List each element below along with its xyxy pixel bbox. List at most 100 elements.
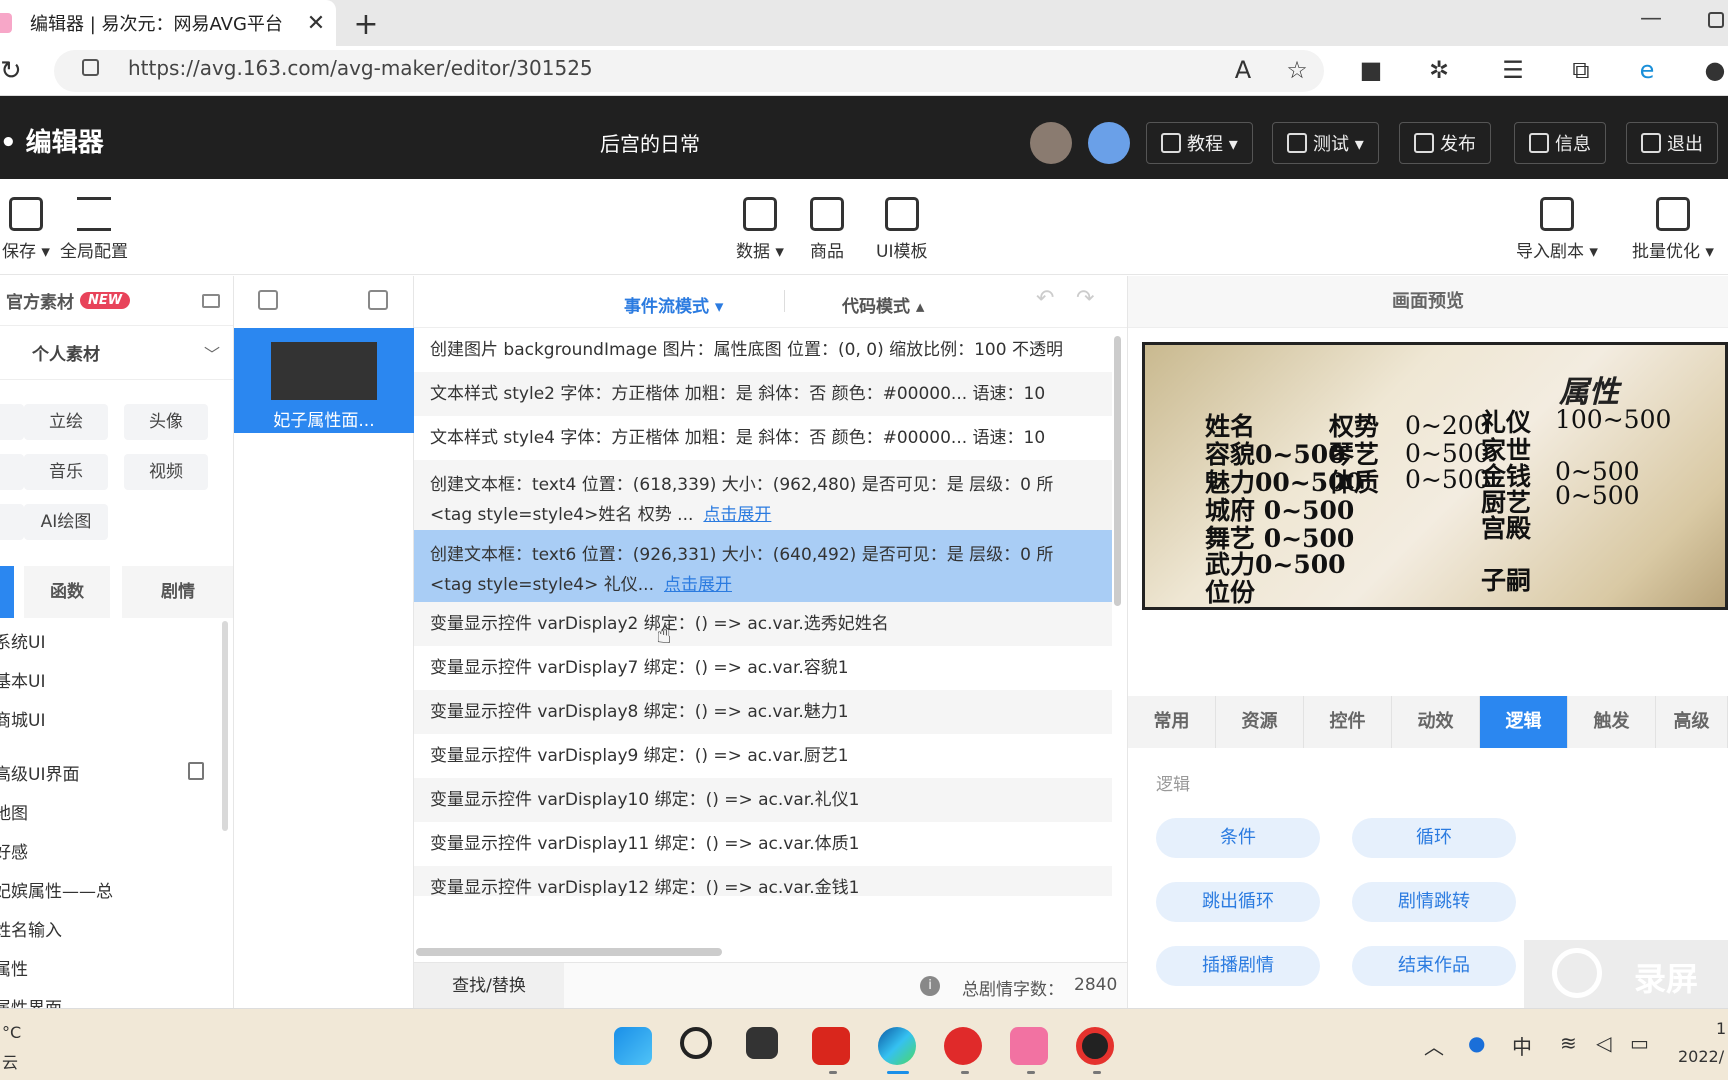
test-button[interactable]: 测试 ▾ [1272,122,1379,164]
personal-assets-header[interactable]: 个人素材 ﹀ [0,326,233,380]
tab-close-icon[interactable]: ✕ [296,11,336,36]
weather-temp[interactable]: °C [2,1023,21,1042]
window-minimize-button[interactable]: — [1640,6,1662,31]
asset-chip-hidden-3[interactable] [0,504,24,540]
search-icon[interactable] [680,1027,712,1059]
expand-link[interactable]: 点击展开 [664,575,732,595]
read-aloud-icon[interactable]: A [1228,56,1258,84]
import-script-button[interactable]: 导入剧本 ▾ [1516,197,1598,262]
event-row[interactable]: 变量显示控件 varDisplay9 绑定：() => ac.var.厨艺1 [414,734,1112,778]
data-button[interactable]: 数据 ▾ [736,197,784,262]
scene-item-selected[interactable]: 妃子属性面... [234,328,414,433]
volume-icon[interactable]: ◁ [1596,1031,1611,1055]
task-view-icon[interactable] [746,1027,778,1059]
tab-active-indicator[interactable] [0,566,14,618]
tray-chevron-up-icon[interactable]: ︿ [1424,1031,1444,1060]
logic-end-work-button[interactable]: 结束作品 [1352,946,1516,986]
ime-indicator[interactable]: 中 [1512,1031,1532,1060]
new-tab-button[interactable]: + [346,4,386,44]
vertical-scrollbar[interactable] [1114,336,1121,606]
list-item[interactable]: 妃嫔属性——总 [0,877,113,902]
tutorial-button[interactable]: 教程 ▾ [1146,122,1253,164]
event-row[interactable]: 变量显示控件 varDisplay8 绑定：() => ac.var.魅力1 [414,690,1112,734]
expand-link[interactable]: 点击展开 [703,505,771,525]
favorites-icon[interactable]: ☰ [1498,56,1528,84]
wps-icon[interactable] [812,1027,850,1065]
asset-chip-music[interactable]: 音乐 [24,454,108,490]
ui-template-button[interactable]: UI模板 [876,197,927,262]
add-page-icon[interactable] [188,762,204,780]
list-item[interactable]: 基本UI [0,667,45,692]
event-flow-mode-tab[interactable]: 事件流模式 ▾ [624,292,723,317]
tab-controls[interactable]: 控件 [1304,696,1392,748]
find-replace-tab[interactable]: 查找/替换 [414,963,564,1008]
publish-button[interactable]: 发布 [1399,122,1491,164]
logic-insert-story-button[interactable]: 插播剧情 [1156,946,1320,986]
list-item[interactable]: 属性界面 [0,994,62,1008]
global-config-button[interactable]: 全局配置 [60,197,128,262]
microphone-icon[interactable]: ● [1468,1031,1485,1055]
exit-button[interactable]: 退出 [1626,122,1718,164]
bilibili-icon[interactable] [1010,1027,1048,1065]
official-assets-header[interactable]: 官方素材 NEW [0,276,233,326]
event-row[interactable]: 创建文本框：text4 位置：(618,339) 大小：(962,480) 是否… [414,460,1112,530]
tab-story[interactable]: 剧情 [122,566,233,618]
tab-functions[interactable]: 函数 [24,566,110,618]
event-row[interactable]: 创建图片 backgroundImage 图片：属性底图 位置：(0, 0) 缩… [414,328,1112,372]
extensions-icon[interactable]: ✲ [1424,56,1454,84]
tab-effects[interactable]: 动效 [1392,696,1480,748]
tab-advanced[interactable]: 高级 [1656,696,1728,748]
tab-logic[interactable]: 逻辑 [1480,696,1568,748]
edge-icon[interactable] [878,1027,916,1065]
clock-date[interactable]: 2022/ [1678,1047,1724,1066]
list-item[interactable]: 高级UI界面 [0,760,79,785]
code-mode-tab[interactable]: 代码模式 ▴ [842,292,924,317]
logic-loop-button[interactable]: 循环 [1352,818,1516,858]
favorite-add-icon[interactable]: ☆ [1282,56,1312,84]
user-avatar[interactable] [1088,122,1130,164]
left-panel-scrollbar[interactable] [222,621,228,831]
asset-chip-ai-draw[interactable]: AI绘图 [24,504,108,540]
event-row[interactable]: 变量显示控件 varDisplay11 绑定：() => ac.var.体质1 [414,822,1112,866]
list-item[interactable]: 地图 [0,799,28,824]
weather-desc[interactable]: 云 [2,1049,18,1073]
asset-chip-avatar[interactable]: 头像 [124,404,208,440]
redo-icon[interactable]: ↷ [1076,286,1094,311]
clock-time[interactable]: 1 [1716,1019,1726,1038]
scene-preview-image[interactable]: 属性 姓名 容貌0~500 魅力00~500 城府 0~500 舞艺 0~500… [1142,342,1728,610]
event-row[interactable]: 变量显示控件 varDisplay10 绑定：() => ac.var.礼仪1 [414,778,1112,822]
event-row-selected[interactable]: 创建文本框：text6 位置：(926,331) 大小：(640,492) 是否… [414,530,1112,602]
goods-button[interactable]: 商品 [810,197,844,262]
extension-app-icon[interactable]: ■ [1356,56,1386,84]
tab-common[interactable]: 常用 [1128,696,1216,748]
tab-triggers[interactable]: 触发 [1568,696,1656,748]
folder-icon[interactable] [202,293,220,308]
browser-tab[interactable]: 编辑器 | 易次元：网易AVG平台 ✕ [0,0,336,46]
event-row[interactable]: 变量显示控件 varDisplay12 绑定：() => ac.var.金钱1 [414,866,1112,896]
logic-condition-button[interactable]: 条件 [1156,818,1320,858]
list-item[interactable]: 系统UI [0,628,45,653]
wifi-icon[interactable]: ≋ [1560,1031,1577,1055]
collapse-panel-icon[interactable] [258,290,278,310]
logic-break-loop-button[interactable]: 跳出循环 [1156,882,1320,922]
event-row[interactable]: 文本样式 style2 字体：方正楷体 加粗：是 斜体：否 颜色：#00000.… [414,372,1112,416]
logic-story-jump-button[interactable]: 剧情跳转 [1352,882,1516,922]
event-row[interactable]: 文本样式 style4 字体：方正楷体 加粗：是 斜体：否 颜色：#00000.… [414,416,1112,460]
add-scene-icon[interactable] [368,290,388,310]
info-icon[interactable]: i [920,976,940,996]
window-maximize-button[interactable] [1708,12,1724,28]
list-item[interactable]: 姓名输入 [0,916,62,941]
windows-start-icon[interactable] [614,1027,652,1065]
netease-music-icon[interactable] [944,1027,982,1065]
collaborator-avatar[interactable] [1030,122,1072,164]
asset-chip-video[interactable]: 视频 [124,454,208,490]
list-item[interactable]: 商城UI [0,706,45,731]
info-button[interactable]: 信息 [1514,122,1606,164]
reload-icon[interactable]: ↻ [0,56,26,86]
event-row[interactable]: 变量显示控件 varDisplay2 绑定：() => ac.var.选秀妃姓名 [414,602,1112,646]
event-row[interactable]: 变量显示控件 varDisplay7 绑定：() => ac.var.容貌1 [414,646,1112,690]
list-item[interactable]: 属性 [0,955,28,980]
asset-chip-hidden-2[interactable] [0,454,24,490]
battery-icon[interactable]: ▭ [1630,1031,1649,1055]
undo-icon[interactable]: ↶ [1036,286,1054,311]
